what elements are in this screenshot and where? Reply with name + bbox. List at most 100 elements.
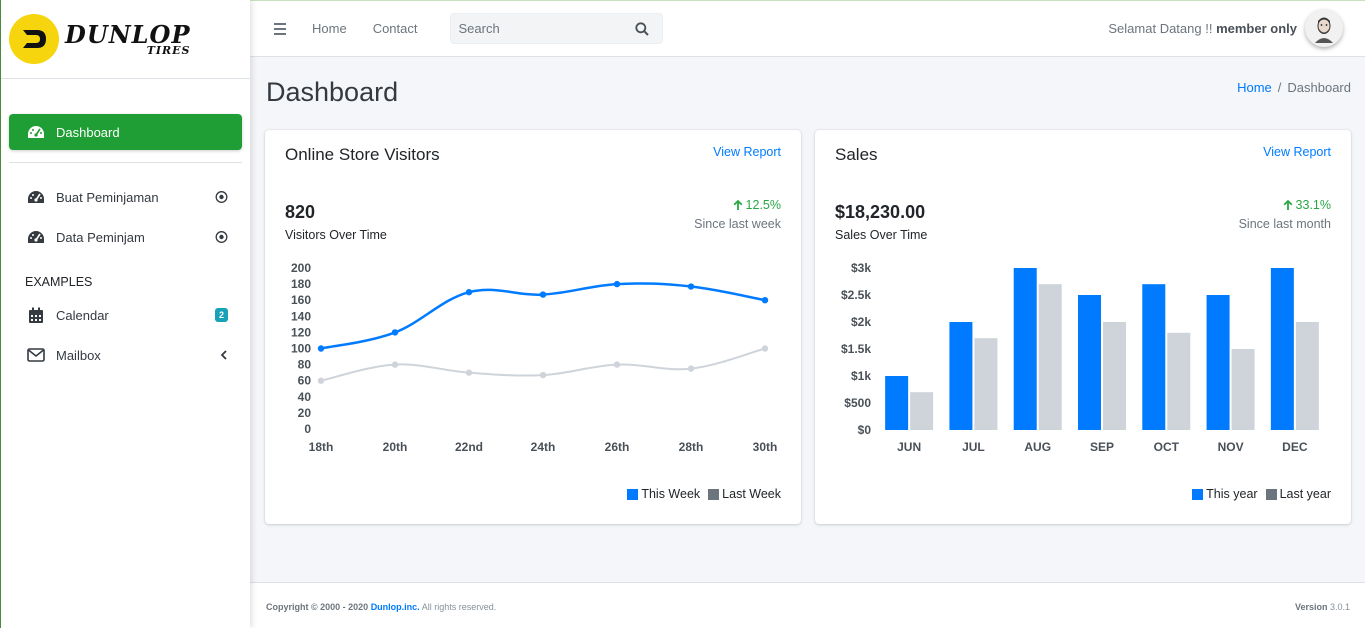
view-report-link[interactable]: View Report: [1263, 145, 1331, 159]
content-header: Dashboard Home / Dashboard: [266, 74, 1351, 114]
search-icon[interactable]: [626, 21, 658, 36]
x-tick-label: OCT: [1154, 440, 1180, 454]
bar-this-year: [885, 376, 909, 430]
brand-logo[interactable]: DUNLOP TIRES: [1, 0, 250, 79]
breadcrumb-home-link[interactable]: Home: [1237, 80, 1272, 95]
y-tick-label: $2.5k: [841, 288, 871, 302]
bar-last-year: [1103, 322, 1126, 430]
tachometer-icon: [25, 189, 47, 205]
nav-link-contact[interactable]: Contact: [373, 21, 418, 36]
y-tick-label: 40: [298, 390, 312, 404]
bar-this-year: [1142, 284, 1166, 430]
data-point: [539, 371, 547, 379]
legend-item: Last Week: [708, 487, 781, 501]
data-point: [613, 280, 621, 288]
legend-label: Last Week: [722, 487, 781, 501]
sidebar-item-mailbox[interactable]: Mailbox: [9, 337, 242, 373]
sidebar-item-label: Dashboard: [56, 124, 120, 140]
bar-this-year: [1206, 295, 1230, 430]
dunlop-flying-d-icon: [9, 14, 59, 64]
y-tick-label: 200: [291, 261, 311, 275]
sidebar-divider: [9, 162, 242, 163]
data-point: [687, 365, 695, 372]
y-tick-label: $1k: [851, 369, 871, 383]
dot-circle-icon: [215, 191, 228, 204]
card-title: Online Store Visitors: [285, 145, 440, 164]
data-point: [391, 329, 399, 336]
y-tick-label: 60: [298, 374, 312, 388]
y-tick-label: $500: [844, 396, 871, 410]
y-tick-label: 20: [298, 406, 312, 420]
chart-legend: This year Last year: [1192, 487, 1331, 501]
bar-this-year: [1013, 268, 1037, 430]
y-tick-label: $3k: [851, 261, 871, 275]
sidebar-nav: Dashboard Buat Peminjaman Data Peminjam …: [1, 79, 250, 373]
bar-last-year: [910, 392, 934, 430]
sidebar-item-label: Mailbox: [56, 347, 101, 363]
x-tick-label: SEP: [1090, 440, 1114, 454]
legend-label: This year: [1206, 487, 1258, 501]
copyright: Copyright © 2000 - 2020 Dunlop.inc. All …: [266, 602, 496, 612]
tachometer-icon: [25, 124, 47, 140]
company-link[interactable]: Dunlop.inc.: [371, 602, 420, 612]
y-tick-label: 180: [291, 277, 311, 291]
y-tick-label: 100: [291, 342, 311, 356]
y-tick-label: $2k: [851, 315, 871, 329]
x-tick-label: 30th: [753, 440, 778, 454]
x-tick-label: JUN: [897, 440, 921, 454]
data-point: [465, 288, 473, 296]
bar-this-year: [1078, 295, 1101, 430]
chart-legend: This Week Last Week: [627, 487, 781, 501]
sales-label: Sales Over Time: [835, 228, 928, 242]
visitors-label: Visitors Over Time: [285, 228, 387, 242]
footer: Copyright © 2000 - 2020 Dunlop.inc. All …: [250, 582, 1365, 628]
data-point: [761, 345, 769, 352]
arrow-up-icon: [1283, 199, 1292, 210]
legend-item: This year: [1192, 487, 1258, 501]
sidebar-section-header: EXAMPLES: [25, 275, 93, 289]
x-tick-label: AUG: [1024, 440, 1051, 454]
bar-last-year: [1295, 322, 1319, 430]
sidebar-item-label: Data Peminjam: [56, 229, 145, 245]
view-report-link[interactable]: View Report: [713, 145, 781, 159]
chevron-left-icon: [220, 350, 228, 360]
legend-item: Last year: [1265, 487, 1331, 501]
sales-delta: 33.1%: [1283, 198, 1331, 212]
search-input[interactable]: [450, 21, 626, 36]
data-point: [761, 297, 769, 304]
visitors-delta: 12.5%: [733, 198, 781, 212]
bar-last-year: [1231, 349, 1255, 430]
breadcrumb: Home / Dashboard: [1237, 80, 1351, 95]
visitors-line-chart: 20018016014012010080604020018th 20th 22nd 2…: [291, 261, 778, 454]
y-tick-label: $1.5k: [841, 342, 871, 356]
x-tick-label: DEC: [1282, 440, 1308, 454]
x-tick-label: 18th: [309, 440, 334, 454]
nav-link-home[interactable]: Home: [312, 21, 347, 36]
legend-label: This Week: [641, 487, 701, 501]
visitors-delta-value: 12.5%: [745, 198, 781, 212]
sales-delta-value: 33.1%: [1295, 198, 1331, 212]
copyright-prefix: Copyright © 2000 - 2020: [266, 602, 369, 612]
card-title: Sales: [835, 145, 878, 164]
sales-bar-chart: $3k $2.5k $2k $1.5k $1k $500 $0 JUN JUL AUG SEP OCT…: [841, 261, 1319, 454]
sidebar-item-calendar[interactable]: Calendar 2: [9, 297, 242, 333]
data-point: [391, 361, 399, 368]
calendar-icon: [25, 307, 47, 324]
bar-this-year: [949, 322, 973, 430]
avatar[interactable]: [1305, 9, 1343, 47]
page-title: Dashboard: [266, 77, 399, 107]
sidebar-item-data-peminjam[interactable]: Data Peminjam: [9, 219, 242, 255]
y-tick-label: 120: [291, 325, 311, 339]
welcome-user: member only: [1216, 21, 1297, 36]
envelope-icon: [25, 348, 47, 362]
data-point: [317, 377, 325, 384]
x-tick-label: 20th: [383, 440, 408, 454]
calendar-badge: 2: [214, 308, 228, 322]
version-label: Version: [1294, 602, 1328, 612]
sales-card: Sales View Report $18,230.00 Sales Over …: [815, 130, 1351, 524]
sidebar-item-dashboard[interactable]: Dashboard: [9, 114, 242, 150]
hamburger-menu-icon[interactable]: [274, 22, 286, 35]
sidebar-item-buat-peminjaman[interactable]: Buat Peminjaman: [9, 179, 242, 215]
sales-since: Since last month: [1238, 217, 1331, 231]
tachometer-icon: [25, 229, 47, 245]
